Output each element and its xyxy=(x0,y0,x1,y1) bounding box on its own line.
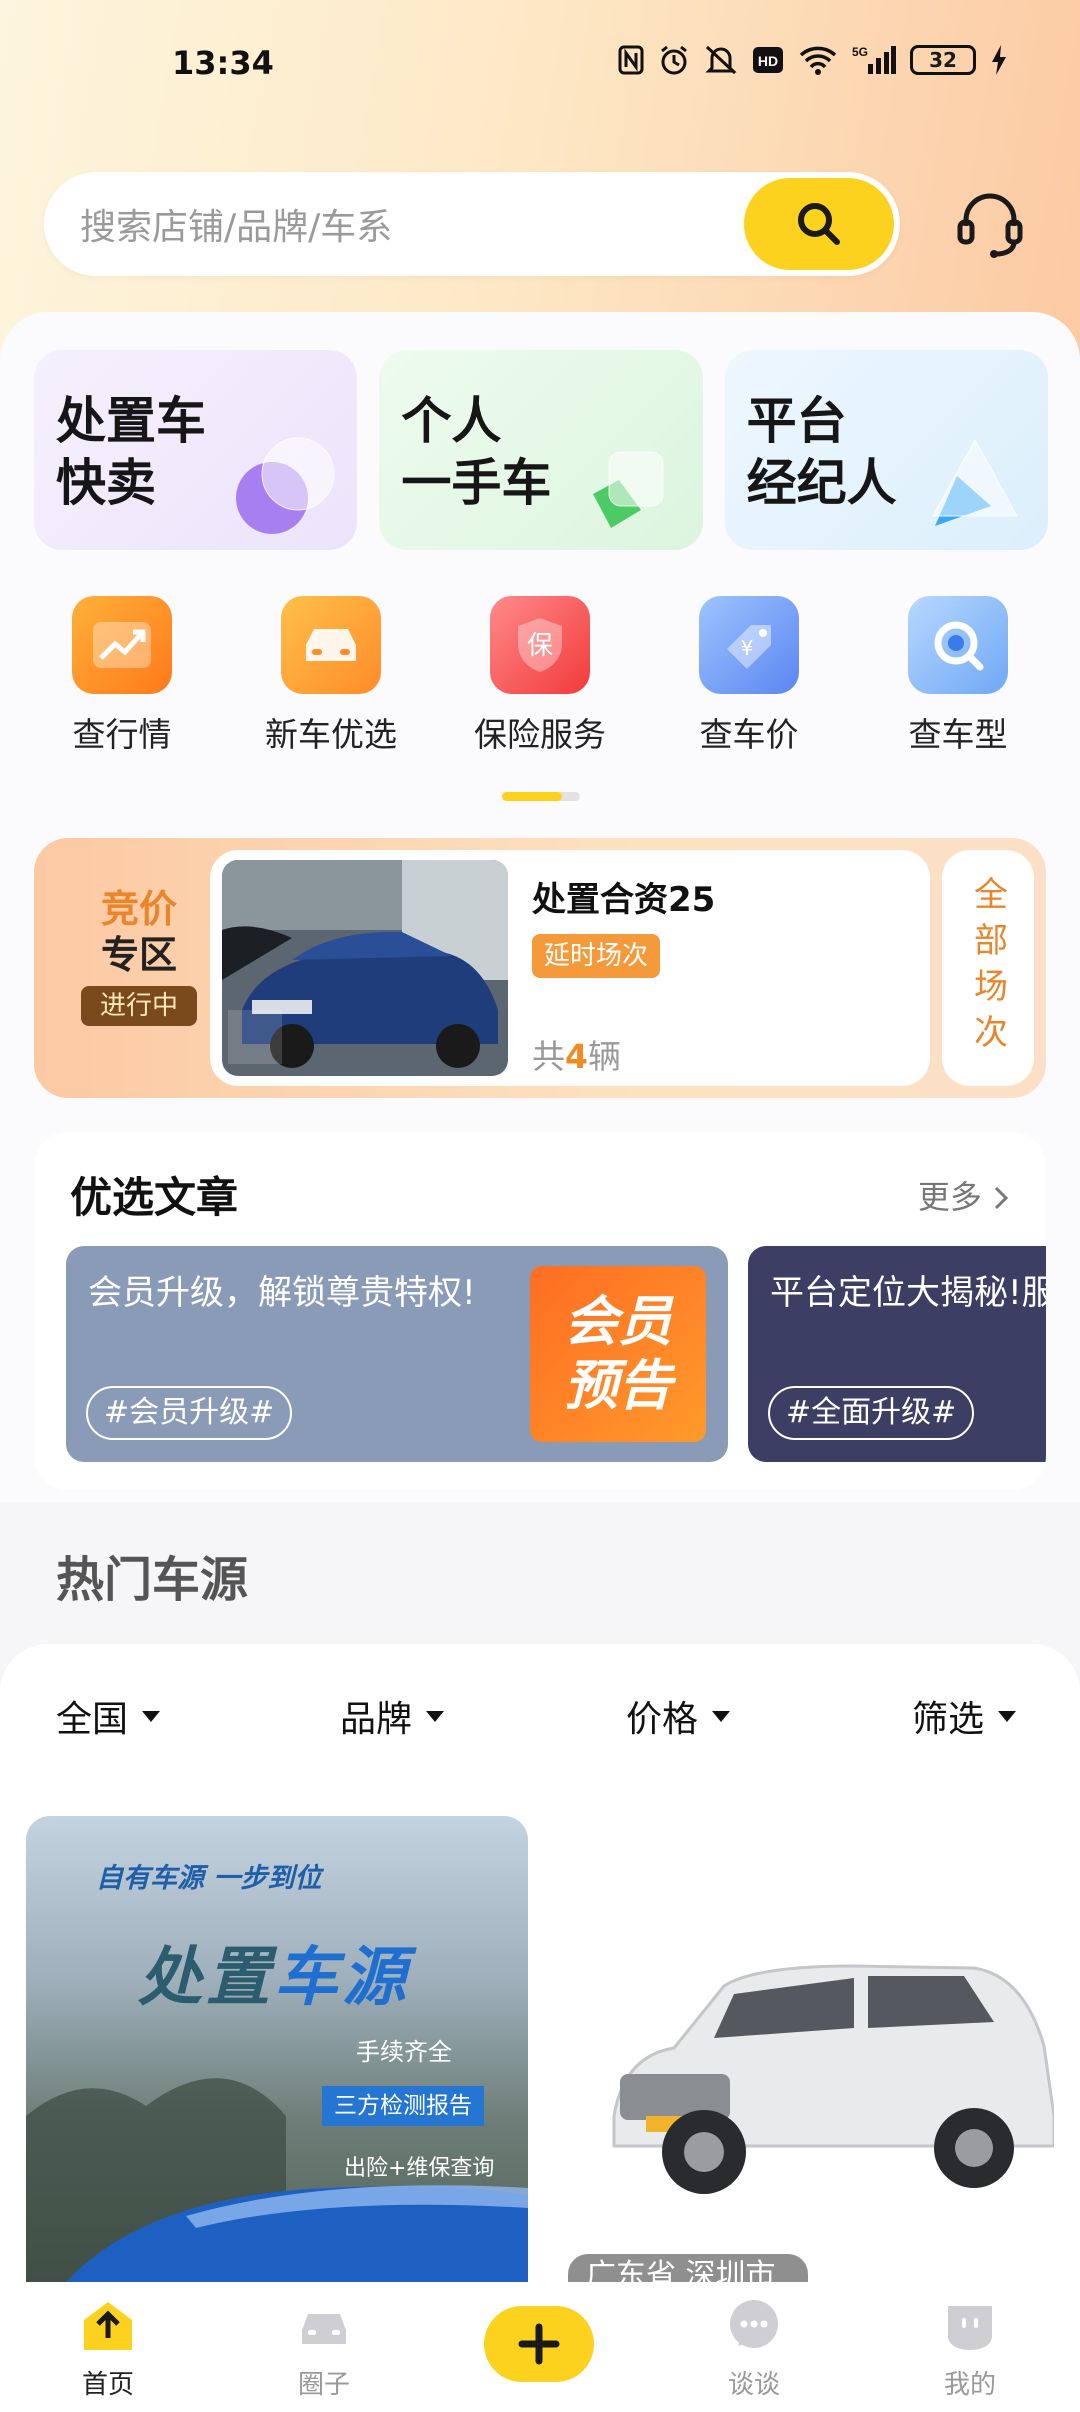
nav-profile[interactable]: 我的 xyxy=(910,2296,1030,2401)
price-tag-icon: ¥ xyxy=(699,596,799,694)
home-arrow-icon xyxy=(84,2302,132,2350)
quick-nav-price[interactable]: ¥ 查车价 xyxy=(659,596,839,756)
promo-tile-disposal-car[interactable]: 处置车 快卖 xyxy=(34,350,358,550)
filter-price[interactable]: 价格 xyxy=(626,1690,731,1742)
mute-icon xyxy=(704,42,738,78)
dropdown-arrow-icon xyxy=(426,1710,445,1722)
charging-icon xyxy=(990,42,1008,78)
car-front-icon xyxy=(281,596,381,694)
car-filters: 全国 品牌 价格 筛选 xyxy=(0,1690,1080,1746)
status-icons: HD 5G 32 xyxy=(618,42,1008,78)
filter-brand[interactable]: 品牌 xyxy=(340,1690,445,1742)
article-tag: #全面升级# xyxy=(768,1386,975,1440)
quick-nav: 查行情 新车优选 保 保险服务 ¥ 查车价 查车型 xyxy=(32,596,1048,756)
quick-nav-insurance[interactable]: 保 保险服务 xyxy=(450,596,630,756)
add-button[interactable] xyxy=(484,2306,594,2382)
alarm-icon xyxy=(658,42,690,78)
quick-nav-model[interactable]: 查车型 xyxy=(868,596,1048,756)
headset-icon[interactable] xyxy=(952,186,1028,262)
5g-signal-icon: 5G xyxy=(852,42,896,78)
battery-icon: 32 xyxy=(910,42,976,78)
auction-session-name: 处置合资25 xyxy=(532,880,716,920)
featured-articles: 优选文章 更多 会员升级，解锁尊贵特权! #会员升级# 会员 预告 平台定位大揭… xyxy=(34,1132,1046,1490)
suv-photo xyxy=(612,1964,1056,2194)
magnifier-icon xyxy=(908,596,1008,694)
quick-nav-pager xyxy=(502,792,580,801)
svg-text:5G: 5G xyxy=(852,45,868,59)
dropdown-arrow-icon xyxy=(142,1710,161,1722)
status-bar: 13:34 HD 5G 32 xyxy=(0,0,1080,120)
promo-tiles: 处置车 快卖 个人 一手车 平台 经纪人 xyxy=(34,350,1048,550)
status-time: 13:34 xyxy=(172,44,274,82)
trend-chart-icon xyxy=(72,596,172,694)
dropdown-arrow-icon xyxy=(712,1710,731,1722)
quick-nav-market[interactable]: 查行情 xyxy=(32,596,212,756)
promo-tile-platform-broker[interactable]: 平台 经纪人 xyxy=(724,350,1048,550)
auction-extended-tag: 延时场次 xyxy=(532,934,661,978)
search-input[interactable]: 搜索店铺/品牌/车系 xyxy=(80,198,744,250)
chat-bubble-icon xyxy=(730,2300,778,2348)
article-card[interactable]: 会员升级，解锁尊贵特权! #会员升级# 会员 预告 xyxy=(66,1246,728,1462)
car-listing-card[interactable]: 自有车源 一步到位 处置车源 手续齐全 三方检测报告 出险+维保查询 xyxy=(26,1816,528,2282)
all-sessions-button[interactable]: 全部场次 xyxy=(942,850,1034,1086)
svg-text:HD: HD xyxy=(758,53,778,69)
nav-circle[interactable]: 圈子 xyxy=(264,2296,384,2401)
articles-title: 优选文章 xyxy=(70,1173,239,1222)
plus-icon xyxy=(518,2323,560,2365)
auction-zone[interactable]: 竞价 专区 进行中 处置合资25 延时场次 共4辆 全部场次 xyxy=(34,838,1046,1098)
search-icon xyxy=(798,203,840,245)
article-tag: #会员升级# xyxy=(86,1386,293,1440)
hd-icon: HD xyxy=(752,42,784,78)
quick-nav-new-car[interactable]: 新车优选 xyxy=(241,596,421,756)
search-bar[interactable]: 搜索店铺/品牌/车系 xyxy=(44,172,900,276)
svg-text:¥: ¥ xyxy=(741,636,754,660)
car-icon xyxy=(302,2314,346,2344)
nfc-icon xyxy=(618,42,644,78)
member-preview-image: 会员 预告 xyxy=(530,1266,706,1442)
search-button[interactable] xyxy=(744,178,894,270)
chevron-right-icon xyxy=(994,1186,1009,1210)
auction-status-badge: 进行中 xyxy=(81,986,197,1026)
wifi-icon xyxy=(798,42,838,78)
hot-cars-title: 热门车源 xyxy=(56,1552,249,1608)
auction-vehicle-count: 共4辆 xyxy=(532,1037,621,1076)
nav-chat[interactable]: 谈谈 xyxy=(694,2296,814,2401)
insurance-shield-icon: 保 xyxy=(490,596,590,694)
profile-icon xyxy=(948,2306,992,2350)
nav-home[interactable]: 首页 xyxy=(48,2296,168,2401)
auction-badge: 竞价 专区 进行中 xyxy=(64,886,214,1026)
articles-more-link[interactable]: 更多 xyxy=(918,1172,1010,1218)
dropdown-arrow-icon xyxy=(998,1710,1017,1722)
car-listing-card[interactable]: 广东省 深圳市 xyxy=(554,1816,1056,2294)
filter-more[interactable]: 筛选 xyxy=(912,1690,1017,1742)
auction-session-card[interactable]: 处置合资25 延时场次 共4辆 xyxy=(210,850,930,1086)
auction-car-photo xyxy=(222,860,508,1076)
promo-tile-personal-car[interactable]: 个人 一手车 xyxy=(379,350,703,550)
svg-text:保: 保 xyxy=(527,631,553,661)
article-card[interactable]: 平台定位大揭秘!服务! #全面升级# xyxy=(748,1246,1046,1462)
filter-region[interactable]: 全国 xyxy=(56,1690,161,1742)
